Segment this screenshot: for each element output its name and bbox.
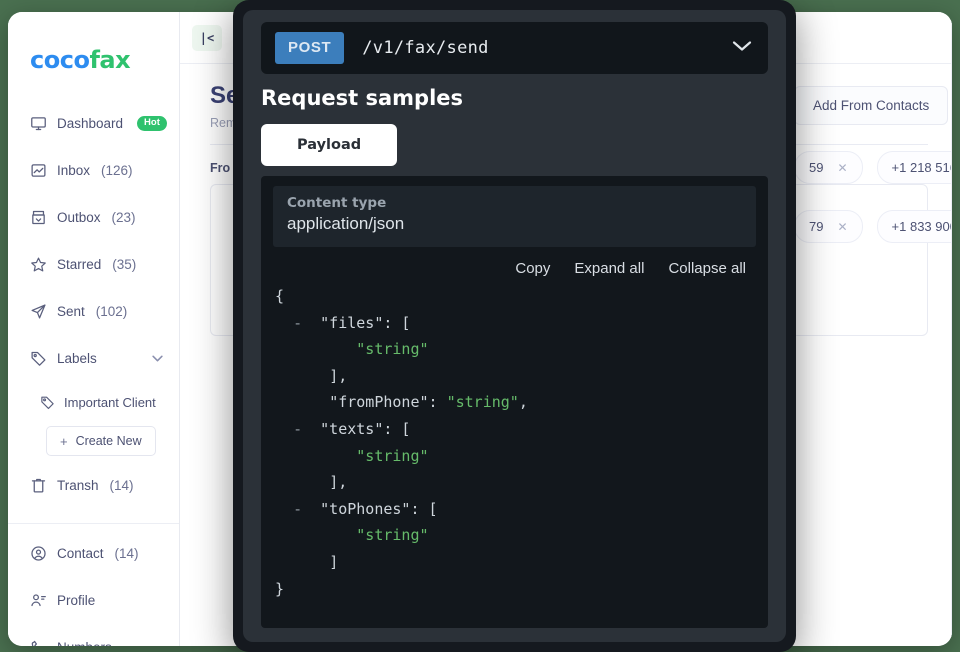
main-right-border: [951, 12, 952, 646]
sidebar-item-label: Important Client: [64, 395, 156, 410]
json-code-block: { - "files": [ "string" ], "fromPhone": …: [275, 287, 528, 598]
request-samples-title: Request samples: [261, 86, 464, 110]
modal-panel: POST /v1/fax/send Request samples Payloa…: [243, 10, 786, 642]
recipient-chip[interactable]: +1 833 900 3521: [876, 210, 952, 243]
sidebar-item-count: (102): [95, 304, 128, 319]
sidebar-item-sent[interactable]: Sent (102): [8, 288, 179, 335]
recipient-chip-row: 59 ✕ +1 218 516 8441: [794, 151, 952, 184]
sidebar-item-label: Sent: [57, 304, 85, 319]
recipient-chip-text: 79: [809, 219, 824, 234]
content-type-value[interactable]: application/json: [287, 214, 742, 234]
tag-icon: [30, 350, 47, 367]
tag-icon: [40, 395, 55, 410]
outbox-icon: [30, 209, 47, 226]
content-type-box: Content type application/json: [273, 186, 756, 247]
sidebar-item-label: Contact: [57, 546, 104, 561]
recipient-chip[interactable]: +1 218 516 8441: [876, 151, 952, 184]
sidebar-item-count: (14): [109, 478, 134, 493]
http-method-badge: POST: [275, 32, 345, 64]
sidebar-item-count: (14): [114, 546, 139, 561]
endpoint-path: /v1/fax/send: [362, 38, 489, 58]
sidebar-item-label: Dashboard: [57, 116, 124, 131]
logo-text-primary: coco: [30, 46, 90, 74]
trash-icon: [30, 477, 47, 494]
close-icon[interactable]: ✕: [837, 220, 847, 234]
recipient-chip-text: +1 833 900 3521: [891, 219, 952, 234]
recipients-column: Add From Contacts 59 ✕ +1 218 516 8441 7…: [780, 64, 952, 243]
recipient-chip[interactable]: 59 ✕: [794, 151, 863, 184]
inbox-icon: [30, 162, 47, 179]
sidebar-item-labels[interactable]: Labels: [8, 335, 179, 382]
recipient-chip-row: 79 ✕ +1 833 900 3521: [794, 210, 952, 243]
sidebar-item-label: Numbers: [57, 640, 112, 646]
screenshot-root: cocofax Dashboard Hot Inbox (126) Outbox…: [0, 0, 960, 652]
endpoint-selector[interactable]: POST /v1/fax/send: [261, 22, 768, 74]
collapse-sidebar-button[interactable]: |<: [192, 24, 222, 51]
collapse-all-button[interactable]: Collapse all: [668, 260, 746, 277]
star-icon: [30, 256, 47, 273]
sidebar-item-trash[interactable]: Transh (14): [8, 462, 179, 509]
send-icon: [30, 303, 47, 320]
code-actions: Copy Expand all Collapse all: [273, 249, 756, 283]
content-type-label: Content type: [287, 195, 387, 211]
logo-text-secondary: fax: [89, 46, 131, 74]
status-badge: Hot: [137, 116, 167, 131]
sidebar-divider: [8, 523, 179, 524]
create-new-label: Create New: [75, 434, 142, 448]
plus-icon: +: [60, 433, 68, 449]
recipient-chip[interactable]: 79 ✕: [794, 210, 863, 243]
sidebar-item-contact[interactable]: Contact (14): [8, 530, 179, 577]
recipient-chip-text: +1 218 516 8441: [891, 160, 952, 175]
add-from-contacts-button[interactable]: Add From Contacts: [794, 86, 949, 125]
sidebar-item-count: (35): [112, 257, 137, 272]
sidebar-item-label: Outbox: [57, 210, 101, 225]
sidebar-item-label: Labels: [57, 351, 97, 366]
phone-icon: [30, 639, 47, 646]
monitor-icon: [30, 115, 47, 132]
code-sample-panel: Content type application/json Copy Expan…: [261, 176, 768, 628]
sidebar-item-dashboard[interactable]: Dashboard Hot: [8, 100, 179, 147]
sidebar-item-label: Profile: [57, 593, 96, 608]
chevron-down-icon[interactable]: [732, 39, 752, 57]
expand-all-button[interactable]: Expand all: [574, 260, 644, 277]
tab-payload[interactable]: Payload: [261, 124, 398, 166]
sidebar: cocofax Dashboard Hot Inbox (126) Outbox…: [8, 12, 180, 646]
sidebar-item-count: (23): [111, 210, 136, 225]
sidebar-item-profile[interactable]: Profile: [8, 577, 179, 624]
chevron-down-icon[interactable]: [152, 353, 163, 365]
sidebar-item-inbox[interactable]: Inbox (126): [8, 147, 179, 194]
sidebar-item-starred[interactable]: Starred (35): [8, 241, 179, 288]
close-icon[interactable]: ✕: [837, 161, 847, 175]
sidebar-item-numbers[interactable]: Numbers: [8, 624, 179, 646]
sidebar-item-outbox[interactable]: Outbox (23): [8, 194, 179, 241]
sidebar-item-label: Starred: [57, 257, 102, 272]
create-new-label-button[interactable]: + Create New: [46, 426, 156, 456]
sidebar-item-label: Transh: [57, 478, 99, 493]
api-sample-modal: POST /v1/fax/send Request samples Payloa…: [233, 0, 796, 652]
app-logo[interactable]: cocofax: [8, 46, 179, 74]
sidebar-item-count: (126): [101, 163, 133, 178]
recipient-chip-text: 59: [809, 160, 824, 175]
user-circle-icon: [30, 545, 47, 562]
user-list-icon: [30, 592, 47, 609]
sidebar-item-important-client[interactable]: Important Client: [8, 382, 179, 423]
copy-button[interactable]: Copy: [515, 260, 550, 277]
sidebar-item-label: Inbox: [57, 163, 91, 178]
